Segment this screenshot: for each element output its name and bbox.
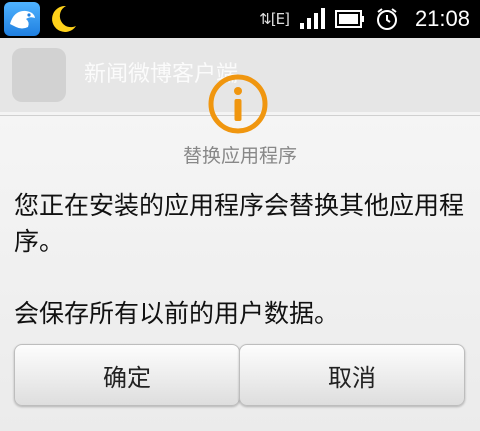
dialog-message: 您正在安装的应用程序会替换其他应用程序。 会保存所有以前的用户数据。 [14,188,466,332]
ok-button[interactable]: 确定 [14,344,240,406]
cancel-button[interactable]: 取消 [239,344,465,406]
dialog-title: 替换应用程序 [182,145,297,167]
signal-icon [299,8,325,29]
app-bird-icon [4,2,40,36]
info-icon [206,72,270,136]
clock-time: 21:08 [414,6,470,31]
alarm-icon [376,8,397,30]
data-arrows-icon: ⇅[E] [259,10,290,28]
moon-icon [46,2,80,36]
background-app-icon [12,48,66,102]
message-line-keep-data: 会保存所有以前的用户数据。 [14,299,340,328]
message-line-replace: 您正在安装的应用程序会替换其他应用程序。 [14,191,465,256]
status-bar: ⇅[E] 21:08 [0,0,480,38]
status-indicators: ⇅[E] 21:08 [259,0,470,38]
battery-icon [334,10,364,28]
network-type-label: E [275,10,286,28]
